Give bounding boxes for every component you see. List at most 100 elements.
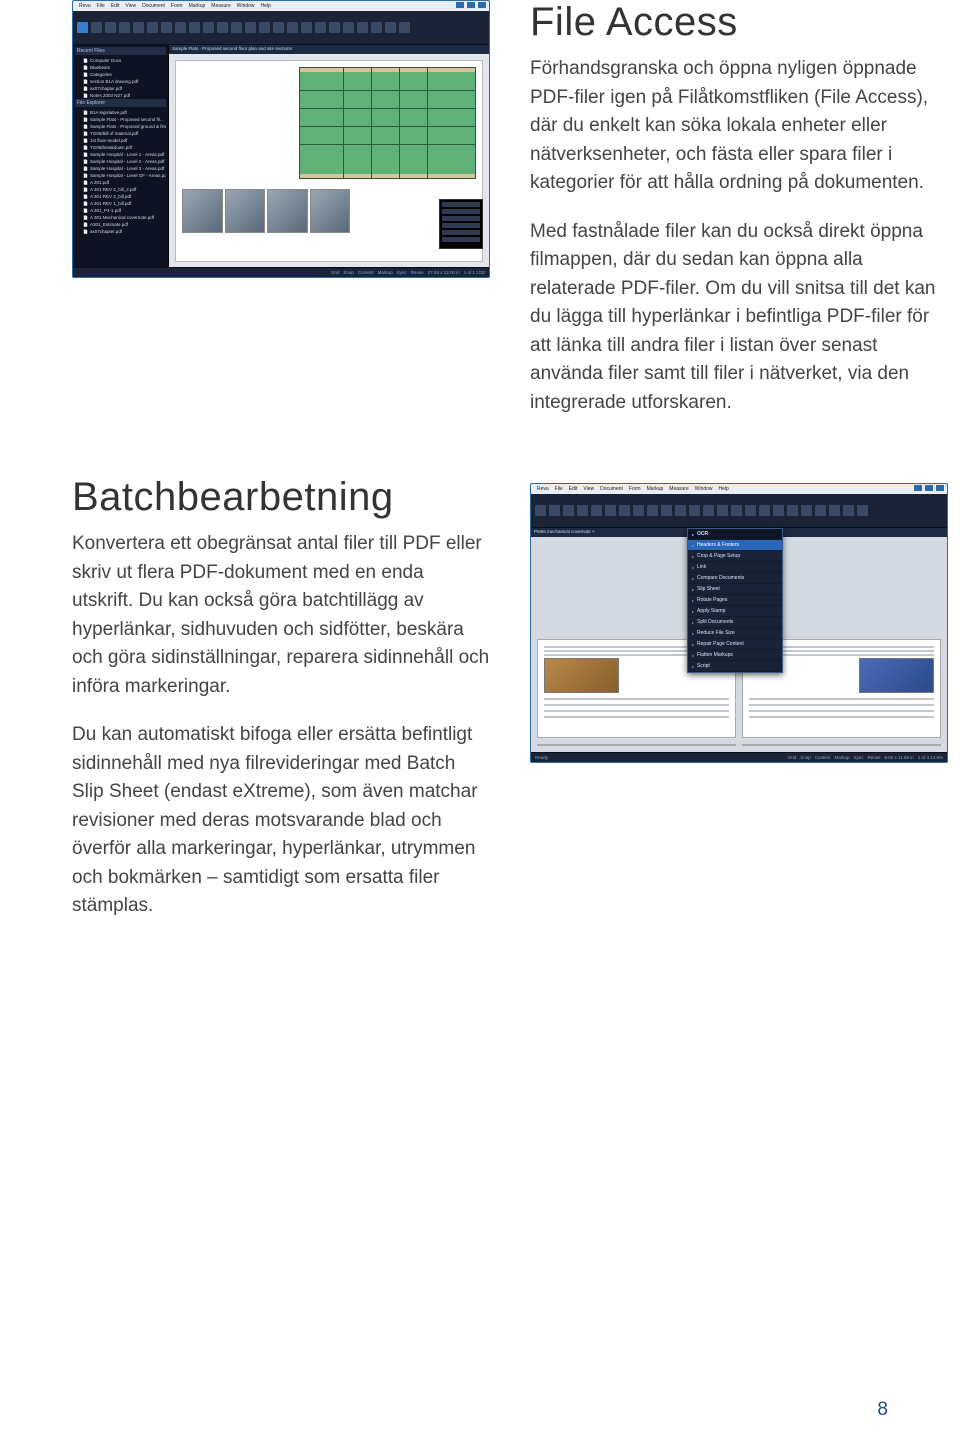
file-item[interactable]: TG05/Bill of material.pdf (75, 130, 166, 137)
tree-item[interactable]: section B1A drawing.pdf (75, 78, 166, 85)
tool-icon[interactable] (77, 22, 88, 33)
tree-item[interactable]: Notes 2003 N27.pdf (75, 92, 166, 99)
tool-icon[interactable] (815, 505, 826, 516)
tool-icon[interactable] (661, 505, 672, 516)
file-item[interactable]: A 301 REV 1_bill.pdf (75, 200, 166, 207)
tool-icon[interactable] (371, 22, 382, 33)
tool-icon[interactable] (203, 22, 214, 33)
menu-item[interactable]: View (125, 3, 136, 9)
dropdown-item[interactable]: Slip Sheet (688, 584, 782, 595)
tool-icon[interactable] (549, 505, 560, 516)
tool-icon[interactable] (231, 22, 242, 33)
file-item[interactable]: Sample Hospital - Level 2 - Areas.pdf (75, 158, 166, 165)
tool-icon[interactable] (857, 505, 868, 516)
file-item[interactable]: TG05/breakdown.pdf (75, 144, 166, 151)
tool-icon[interactable] (787, 505, 798, 516)
tool-icon[interactable] (703, 505, 714, 516)
dropdown-item[interactable]: Script (688, 661, 782, 672)
file-item[interactable]: Sample Hospital - Level 3 - Areas.pdf (75, 165, 166, 172)
menu-item[interactable]: View (583, 486, 594, 492)
menu-item[interactable]: Edit (111, 3, 120, 9)
tool-icon[interactable] (259, 22, 270, 33)
tool-icon[interactable] (315, 22, 326, 33)
tool-icon[interactable] (189, 22, 200, 33)
tool-icon[interactable] (689, 505, 700, 516)
tool-icon[interactable] (357, 22, 368, 33)
tool-icon[interactable] (773, 505, 784, 516)
tool-icon[interactable] (843, 505, 854, 516)
file-item[interactable]: A 301 REV 2_bill.pdf (75, 193, 166, 200)
menu-item[interactable]: Revu (537, 486, 549, 492)
menu-item[interactable]: Markup (647, 486, 664, 492)
dropdown-item[interactable]: Compare Documents (688, 573, 782, 584)
tool-icon[interactable] (161, 22, 172, 33)
tool-icon[interactable] (175, 22, 186, 33)
tree-item[interactable]: Bluebeam (75, 64, 166, 71)
status-item[interactable]: Reuse (411, 270, 424, 275)
dropdown-item[interactable]: Flatten Markups (688, 650, 782, 661)
menu-item[interactable]: Document (142, 3, 165, 9)
tool-icon[interactable] (287, 22, 298, 33)
menu-item[interactable]: File (555, 486, 563, 492)
tool-icon[interactable] (105, 22, 116, 33)
file-item[interactable]: ax07chapter.pdf (75, 228, 166, 235)
tool-icon[interactable] (801, 505, 812, 516)
tool-icon[interactable] (759, 505, 770, 516)
menu-item[interactable]: Measure (669, 486, 688, 492)
dropdown-item[interactable]: Apply Stamp (688, 606, 782, 617)
status-item[interactable]: Sync (397, 270, 407, 275)
tool-icon[interactable] (829, 505, 840, 516)
tool-icon[interactable] (563, 505, 574, 516)
menu-item[interactable]: Help (719, 486, 729, 492)
menu-item[interactable]: Document (600, 486, 623, 492)
tool-icon[interactable] (675, 505, 686, 516)
file-item[interactable]: 1st floor-model.pdf (75, 137, 166, 144)
tool-icon[interactable] (301, 22, 312, 33)
file-item[interactable]: A 301 REV 2_bill_2.pdf (75, 186, 166, 193)
tree-item[interactable]: Categories (75, 71, 166, 78)
status-item[interactable]: Content (358, 270, 374, 275)
dropdown-item[interactable]: Rotate Pages (688, 595, 782, 606)
tree-item[interactable]: Computer Docs (75, 57, 166, 64)
file-item[interactable]: A 301 Mechanical covernote.pdf (75, 214, 166, 221)
menu-item[interactable]: Revu (79, 3, 91, 9)
tool-icon[interactable] (385, 22, 396, 33)
status-item[interactable]: Grid (788, 755, 797, 760)
status-item[interactable]: Reuse (868, 755, 881, 760)
menu-item[interactable]: File (97, 3, 105, 9)
status-item[interactable]: Snap (800, 755, 811, 760)
dropdown-item[interactable]: Split Documents (688, 617, 782, 628)
menu-item[interactable]: Edit (569, 486, 578, 492)
dropdown-item[interactable]: Link (688, 562, 782, 573)
tool-icon[interactable] (731, 505, 742, 516)
tool-icon[interactable] (91, 22, 102, 33)
document-tab[interactable]: Sample Flats - Proposed second floor pla… (169, 45, 489, 54)
tool-icon[interactable] (619, 505, 630, 516)
dropdown-item[interactable]: Reduce File Size (688, 628, 782, 639)
file-item[interactable]: Sample Hospital - Level 1 - Areas.pdf (75, 151, 166, 158)
tool-icon[interactable] (133, 22, 144, 33)
file-item[interactable]: B1A legislative.pdf (75, 109, 166, 116)
tool-icon[interactable] (745, 505, 756, 516)
status-item[interactable]: Grid (331, 270, 340, 275)
status-item[interactable]: Content (815, 755, 831, 760)
tool-icon[interactable] (343, 22, 354, 33)
tree-item[interactable]: ax07chapter.pdf (75, 85, 166, 92)
file-item[interactable]: A 201.pdf (75, 179, 166, 186)
file-item[interactable]: A301_Estimate.pdf (75, 221, 166, 228)
menu-item[interactable]: Form (629, 486, 641, 492)
file-item[interactable]: Sample Hospital - Level GF - Areas.pdf (75, 172, 166, 179)
status-item[interactable]: Markup (834, 755, 849, 760)
dropdown-item[interactable]: Headers & Footers (688, 540, 782, 551)
status-item[interactable]: Snap (343, 270, 354, 275)
tool-icon[interactable] (245, 22, 256, 33)
tool-icon[interactable] (633, 505, 644, 516)
tool-icon[interactable] (577, 505, 588, 516)
tool-icon[interactable] (119, 22, 130, 33)
tool-icon[interactable] (647, 505, 658, 516)
tool-icon[interactable] (535, 505, 546, 516)
dropdown-item[interactable]: Crop & Page Setup (688, 551, 782, 562)
tool-icon[interactable] (273, 22, 284, 33)
status-item[interactable]: Markup (378, 270, 393, 275)
file-item[interactable]: Sample Flats - Proposed ground & first f… (75, 123, 166, 130)
